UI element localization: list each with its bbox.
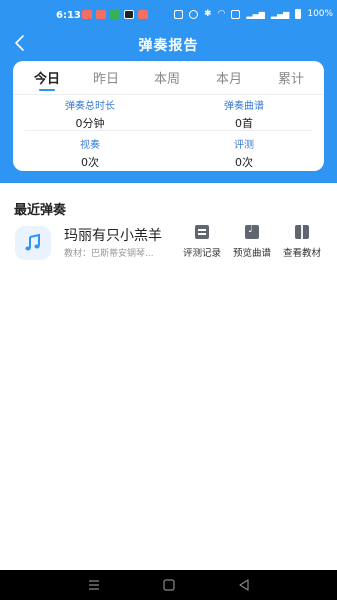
stat-sight-reading-value: 0次 bbox=[81, 156, 99, 169]
view-textbook-button[interactable]: 查看教材 bbox=[277, 224, 327, 259]
assessment-record-label: 评测记录 bbox=[182, 248, 221, 259]
tab-this-month[interactable]: 本月 bbox=[199, 68, 259, 87]
stat-total-time-label: 弹奏总时长 bbox=[65, 101, 115, 112]
wifi-icon: ◠ bbox=[217, 9, 226, 19]
battery-icon bbox=[295, 9, 302, 19]
page-title: 弹奏报告 bbox=[138, 38, 199, 54]
song-textbook: 教材：巴斯蒂安钢琴... bbox=[64, 249, 154, 259]
stat-scores: 弹奏曲谱 0首 bbox=[184, 97, 304, 131]
app-red-icon bbox=[138, 10, 148, 19]
app-dark-icon bbox=[124, 10, 134, 19]
stat-scores-label: 弹奏曲谱 bbox=[224, 101, 264, 112]
book-icon bbox=[295, 225, 309, 239]
app-red-icon bbox=[82, 10, 92, 19]
signal-icon: ▂▄▆ bbox=[246, 9, 265, 19]
view-textbook-label: 查看教材 bbox=[282, 248, 321, 259]
music-note-icon bbox=[15, 226, 51, 260]
stat-total-time-value: 0分钟 bbox=[75, 117, 105, 130]
stat-total-time: 弹奏总时长 0分钟 bbox=[30, 97, 150, 131]
stat-sight-reading-label: 视奏 bbox=[80, 140, 100, 151]
tab-total[interactable]: 累计 bbox=[261, 68, 321, 87]
tab-yesterday[interactable]: 昨日 bbox=[76, 68, 136, 87]
sim-card-icon bbox=[231, 9, 241, 19]
list-icon bbox=[195, 225, 209, 239]
back-triangle-icon[interactable] bbox=[235, 577, 253, 593]
report-card: 今日 昨日 本周 本月 累计 弹奏总时长 0分钟 弹奏曲谱 0首 视奏 0次 评… bbox=[13, 61, 324, 171]
recent-section-title: 最近弹奏 bbox=[14, 203, 67, 218]
eye-icon bbox=[189, 9, 198, 19]
signal-icon: ▂▄▆ bbox=[270, 9, 290, 19]
battery-percent: 100% bbox=[307, 9, 334, 19]
recent-song-row[interactable]: 玛丽有只小羔羊 教材：巴斯蒂安钢琴... 评测记录 预览曲谱 查看教材 bbox=[0, 223, 337, 263]
stat-assessment-label: 评测 bbox=[234, 140, 254, 151]
period-tabs: 今日 昨日 本周 本月 累计 bbox=[13, 61, 324, 91]
stat-assessment: 评测 0次 bbox=[184, 136, 304, 170]
preview-score-label: 预览曲谱 bbox=[232, 248, 271, 259]
active-tab-indicator bbox=[39, 89, 55, 91]
nfc-icon bbox=[174, 9, 183, 19]
assessment-record-button[interactable]: 评测记录 bbox=[177, 224, 227, 259]
status-app-icons bbox=[82, 10, 148, 19]
app-green-icon bbox=[110, 10, 120, 19]
stat-assessment-value: 0次 bbox=[235, 156, 253, 169]
navigation-bar: 弹奏报告 bbox=[0, 30, 337, 58]
preview-score-button[interactable]: 预览曲谱 bbox=[227, 224, 277, 259]
status-system-icons: ✱ ◠ ▂▄▆ ▂▄▆ 100% bbox=[174, 9, 333, 19]
tab-today[interactable]: 今日 bbox=[17, 68, 77, 87]
app-red-icon bbox=[96, 10, 106, 19]
status-time: 6:13 bbox=[56, 10, 81, 21]
status-bar: 6:13 ✱ ◠ ▂▄▆ ▂▄▆ 100% bbox=[0, 0, 337, 30]
song-title: 玛丽有只小羔羊 bbox=[64, 228, 162, 244]
home-icon[interactable] bbox=[160, 577, 178, 593]
stat-sight-reading: 视奏 0次 bbox=[30, 136, 150, 170]
tab-this-week[interactable]: 本周 bbox=[137, 68, 197, 87]
bluetooth-icon: ✱ bbox=[204, 9, 212, 19]
system-navigation-bar bbox=[0, 570, 337, 600]
stats-divider bbox=[25, 130, 312, 131]
stat-scores-value: 0首 bbox=[235, 117, 253, 130]
menu-icon[interactable] bbox=[85, 577, 103, 593]
music-note-icon bbox=[245, 224, 259, 239]
tabs-divider bbox=[13, 94, 324, 95]
